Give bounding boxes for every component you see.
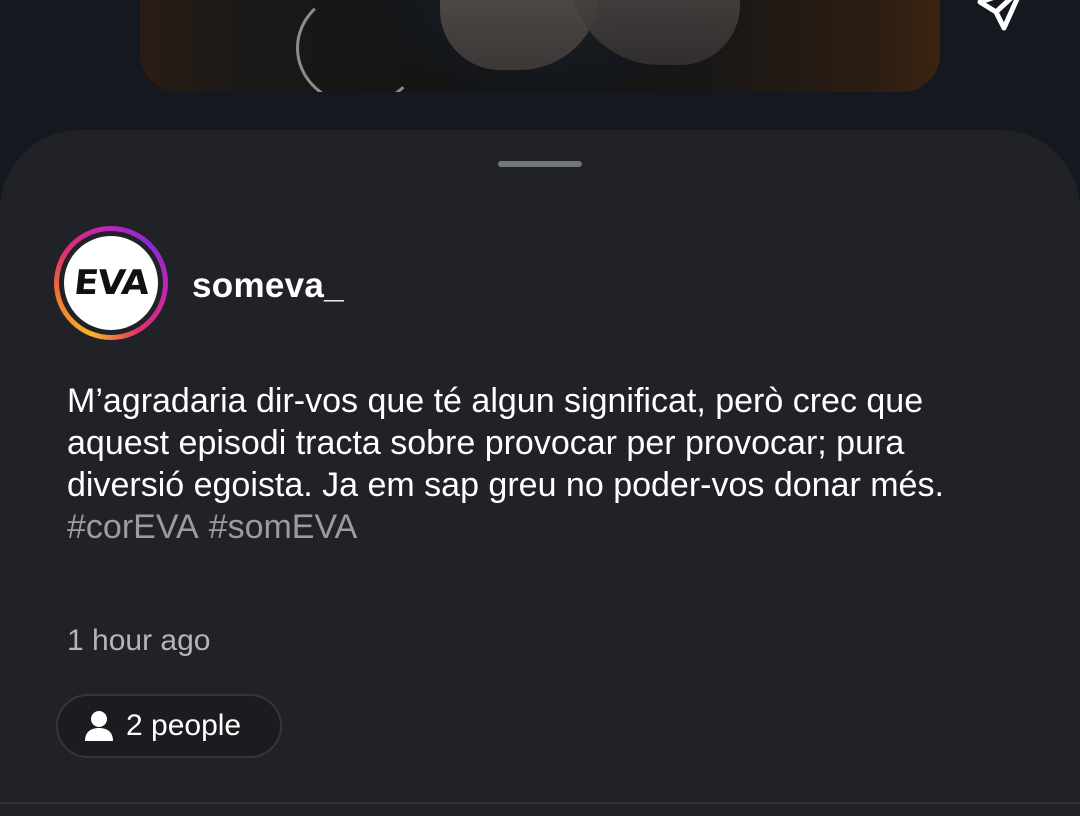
avatar[interactable]: EVA xyxy=(54,226,168,340)
people-button[interactable]: 2 people xyxy=(56,694,282,758)
sheet-drag-handle[interactable] xyxy=(498,161,582,167)
video-preview[interactable] xyxy=(140,0,940,92)
people-count-label: 2 people xyxy=(126,709,242,742)
divider xyxy=(0,802,1080,804)
hashtag-list: #corEVA #somEVA xyxy=(67,506,1027,548)
hashtag-link[interactable]: #somEVA xyxy=(209,508,358,546)
comment-sheet: EVA someva_ M’agradaria dir-vos que té a… xyxy=(0,130,1080,816)
video-bracelet xyxy=(296,0,422,92)
username[interactable]: someva_ xyxy=(192,266,344,306)
send-icon[interactable] xyxy=(970,0,1030,40)
post-caption: M’agradaria dir-vos que té algun signifi… xyxy=(67,380,1027,548)
avatar-logo: EVA xyxy=(71,263,151,303)
screen: EVA someva_ M’agradaria dir-vos que té a… xyxy=(0,0,1080,816)
person-icon xyxy=(85,711,113,741)
hashtag-link[interactable]: #corEVA xyxy=(67,508,199,546)
post-timestamp: 1 hour ago xyxy=(67,624,211,657)
caption-text: M’agradaria dir-vos que té algun signifi… xyxy=(67,382,944,504)
